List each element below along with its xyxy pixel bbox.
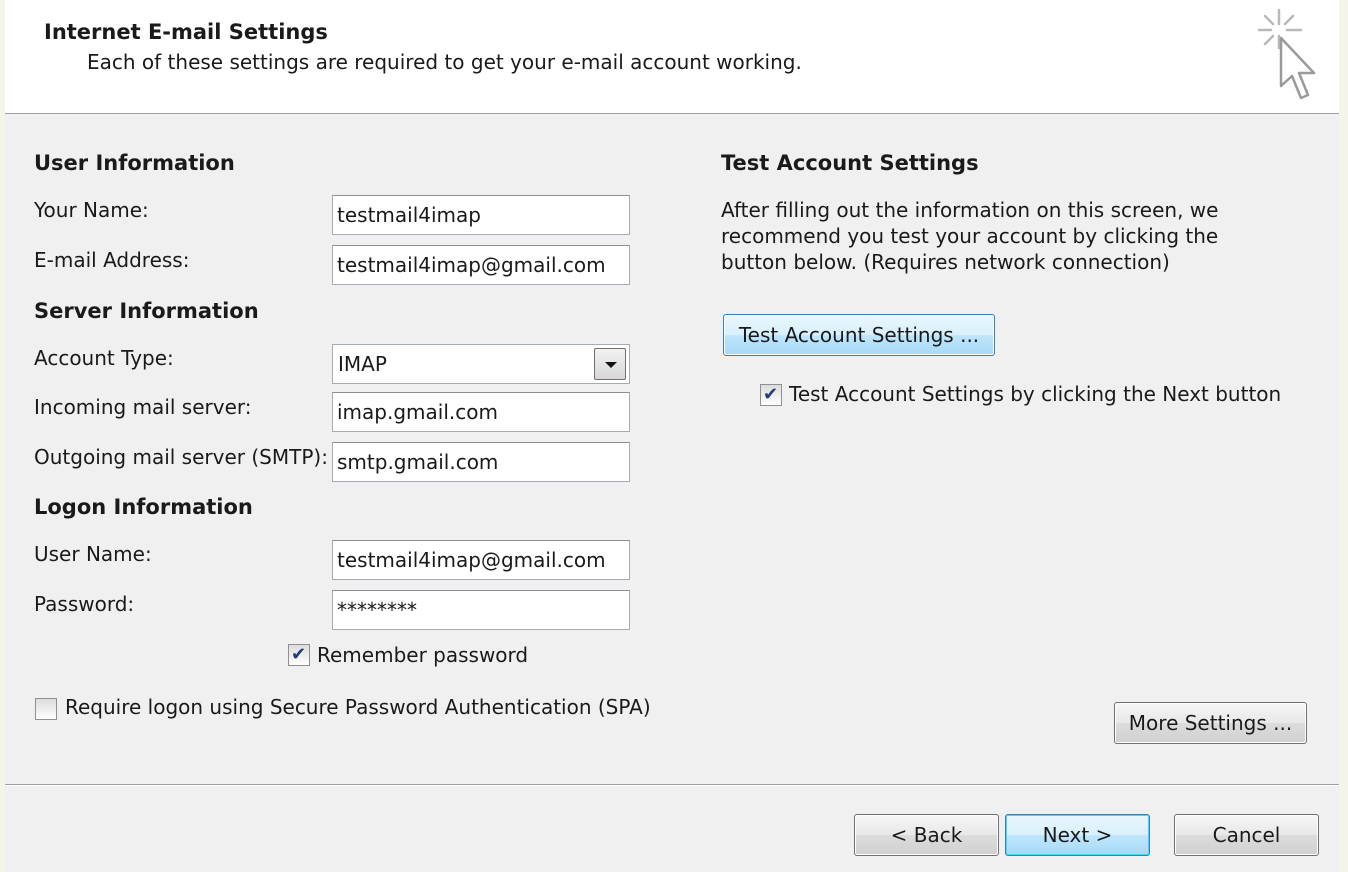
password-input[interactable]: [332, 590, 630, 630]
user-name-input[interactable]: [332, 540, 630, 580]
test-settings-heading: Test Account Settings: [721, 151, 979, 175]
remember-password-label[interactable]: Remember password: [317, 643, 528, 667]
next-button[interactable]: Next >: [1005, 814, 1150, 856]
account-type-select[interactable]: IMAP: [332, 344, 630, 384]
spa-checkbox[interactable]: [35, 698, 57, 720]
your-name-input[interactable]: [332, 195, 630, 235]
dialog-header: Internet E-mail Settings Each of these s…: [5, 0, 1339, 114]
remember-password-checkbox[interactable]: ✔: [288, 644, 310, 666]
user-name-label: User Name:: [34, 542, 152, 566]
page-title: Internet E-mail Settings: [44, 20, 328, 44]
more-settings-button[interactable]: More Settings ...: [1114, 702, 1307, 744]
outgoing-server-input[interactable]: [332, 442, 630, 482]
page-subtitle: Each of these settings are required to g…: [87, 50, 802, 74]
email-address-label: E-mail Address:: [34, 248, 190, 272]
account-type-label: Account Type:: [34, 346, 174, 370]
server-information-heading: Server Information: [34, 299, 259, 323]
email-settings-dialog: Internet E-mail Settings Each of these s…: [5, 0, 1339, 872]
cancel-button[interactable]: Cancel: [1174, 814, 1319, 856]
cursor-sparkle-icon: [1257, 8, 1316, 100]
user-information-heading: User Information: [34, 151, 235, 175]
your-name-label: Your Name:: [34, 198, 149, 222]
checkmark-icon: ✔: [763, 384, 779, 405]
footer-divider: [5, 784, 1339, 786]
test-settings-description: After filling out the information on thi…: [721, 198, 1219, 274]
back-button[interactable]: < Back: [854, 814, 999, 856]
outgoing-server-label: Outgoing mail server (SMTP):: [34, 445, 328, 469]
test-account-settings-button[interactable]: Test Account Settings ...: [723, 314, 995, 356]
email-address-input[interactable]: [332, 245, 630, 285]
checkmark-icon: ✔: [291, 644, 307, 665]
spa-label[interactable]: Require logon using Secure Password Auth…: [65, 695, 651, 719]
password-label: Password:: [34, 592, 135, 616]
incoming-server-input[interactable]: [332, 392, 630, 432]
incoming-server-label: Incoming mail server:: [34, 395, 252, 419]
test-on-next-checkbox[interactable]: ✔: [760, 384, 782, 406]
chevron-down-icon[interactable]: [594, 348, 626, 380]
logon-information-heading: Logon Information: [34, 495, 253, 519]
account-type-value: IMAP: [338, 352, 387, 376]
test-on-next-label[interactable]: Test Account Settings by clicking the Ne…: [789, 382, 1281, 406]
